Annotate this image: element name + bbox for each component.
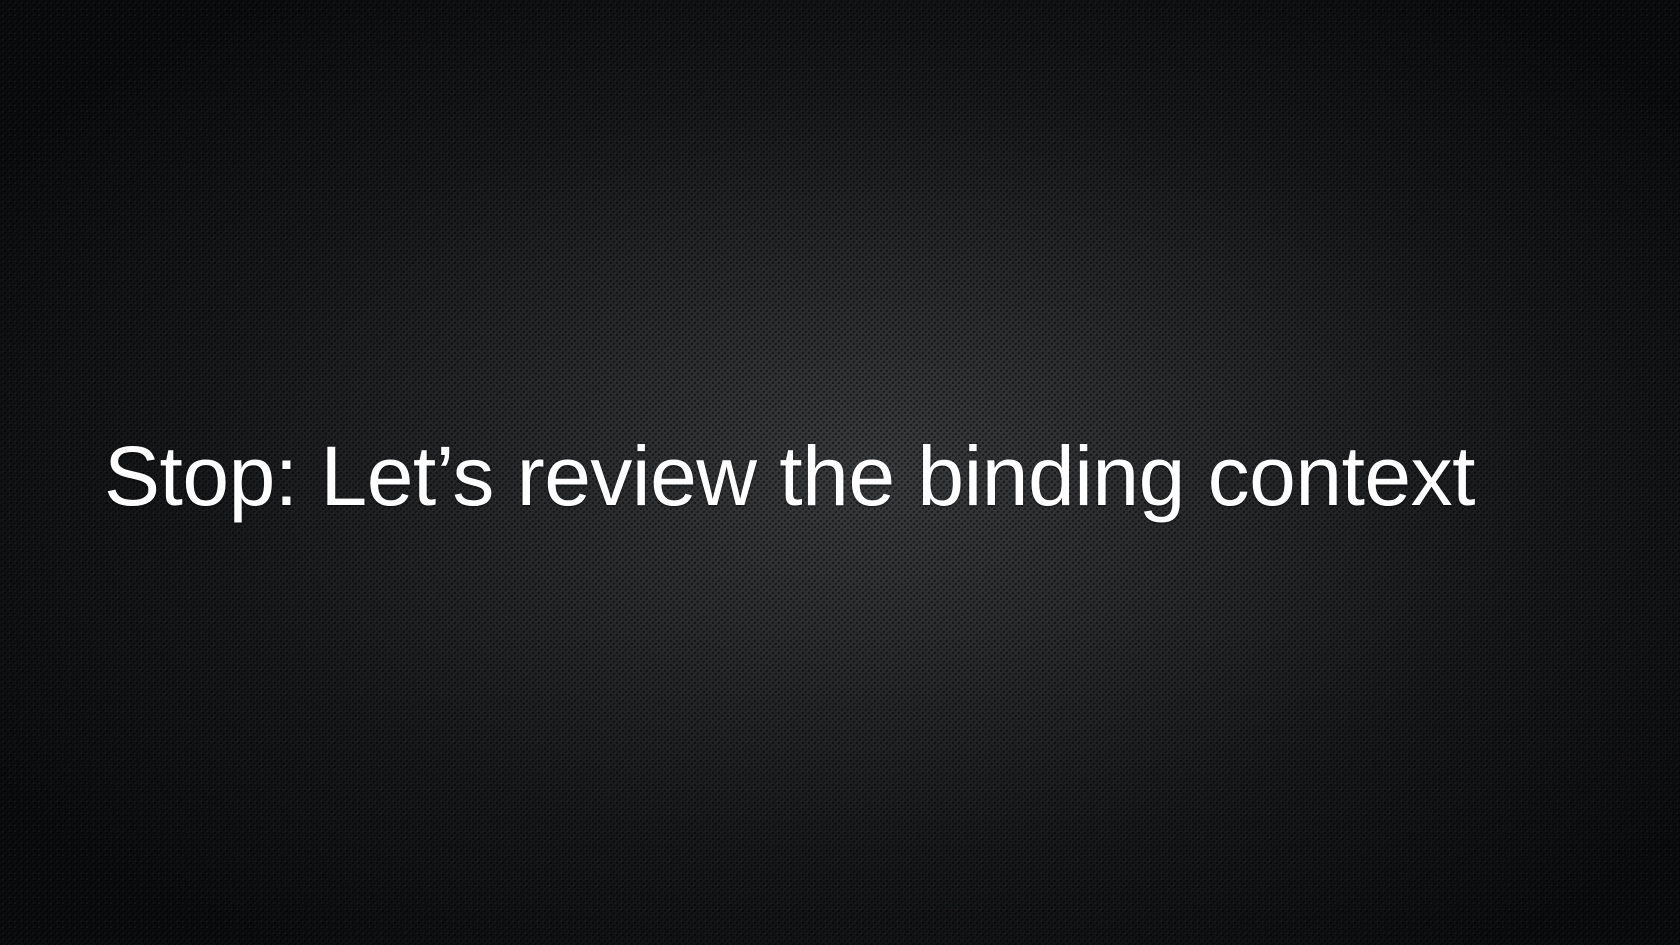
presentation-slide: Stop: Let’s review the binding context bbox=[0, 0, 1680, 945]
slide-title: Stop: Let’s review the binding context bbox=[104, 429, 1475, 523]
